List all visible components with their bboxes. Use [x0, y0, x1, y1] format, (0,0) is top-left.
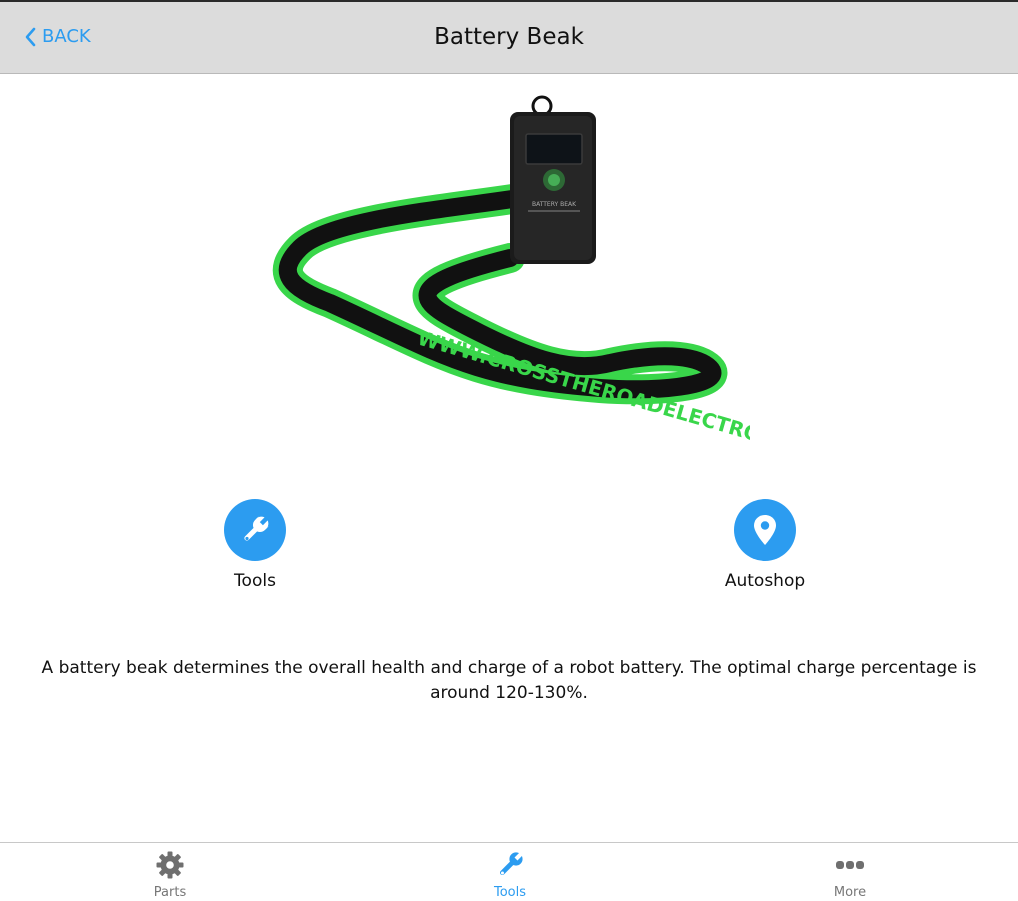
description-text: A battery beak determines the overall he… — [41, 658, 977, 703]
page-title: Battery Beak — [434, 24, 584, 50]
wrench-icon — [499, 852, 523, 876]
map-pin-icon — [734, 499, 796, 561]
tab-parts-label: Parts — [153, 885, 187, 900]
tab-tools-label: Tools — [493, 885, 527, 900]
product-image: WWW.CROSSTHEROADELECTRONICS.COM BATTERY … — [272, 95, 750, 468]
device-label: BATTERY BEAK — [532, 201, 577, 208]
tab-tools[interactable]: Tools — [450, 849, 570, 900]
gear-icon — [156, 851, 184, 879]
wrench-icon — [224, 499, 286, 561]
tab-bar: Parts Tools More — [0, 842, 1018, 901]
tab-parts[interactable]: Parts — [110, 849, 230, 900]
navigation-bar: BACK Battery Beak — [0, 2, 1018, 74]
more-dots-icon — [836, 861, 864, 869]
autoshop-action[interactable]: Autoshop — [695, 499, 835, 591]
tools-action[interactable]: Tools — [185, 499, 325, 591]
tab-more[interactable]: More — [790, 849, 910, 900]
tools-action-label: Tools — [234, 571, 276, 591]
autoshop-action-label: Autoshop — [724, 571, 806, 591]
tab-more-label: More — [833, 885, 867, 900]
